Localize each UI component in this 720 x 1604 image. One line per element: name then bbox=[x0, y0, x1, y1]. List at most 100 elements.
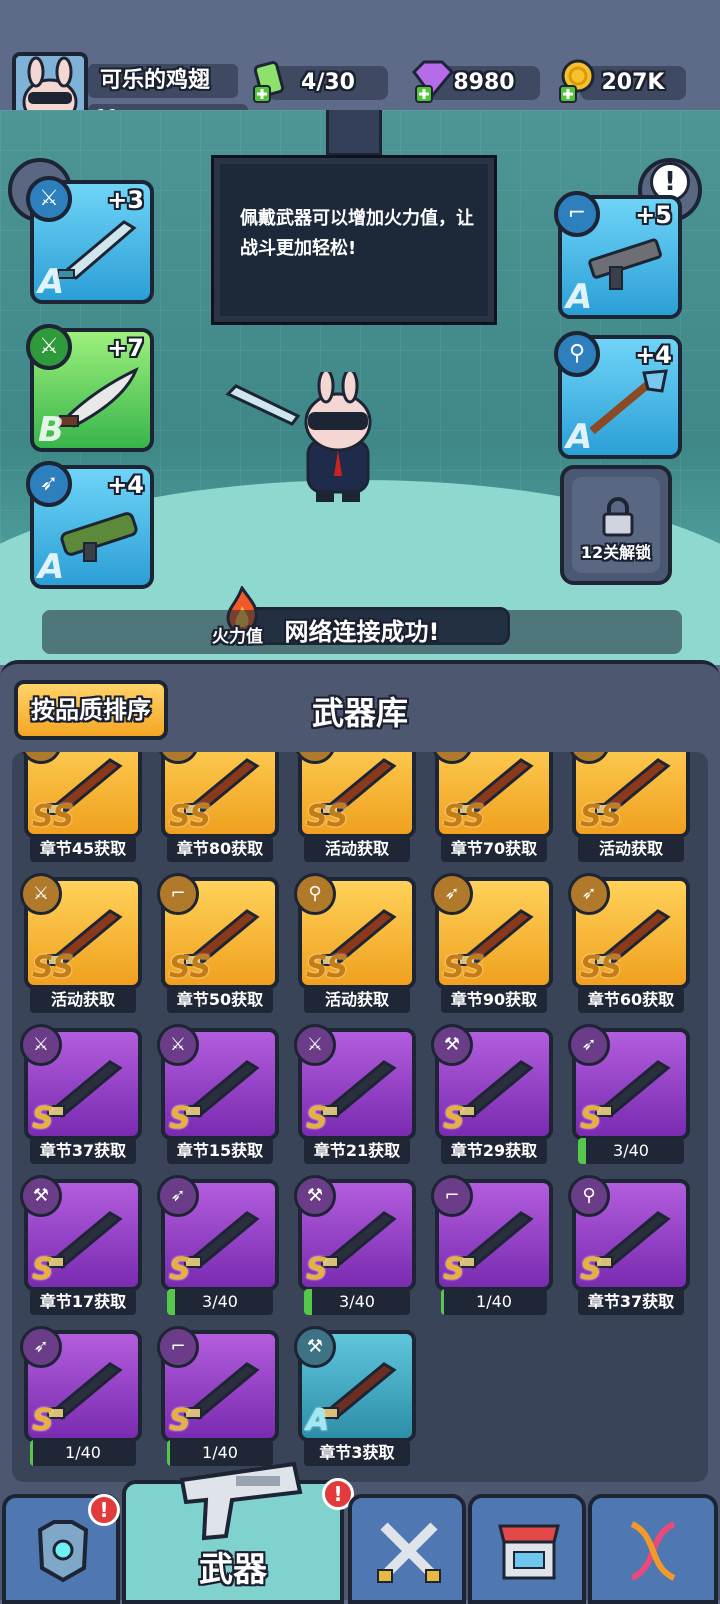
weapon-image-icon bbox=[321, 1211, 397, 1269]
weapon-grade: S bbox=[32, 1252, 54, 1287]
weapon-card[interactable]: ⚔ SS 活动获取 bbox=[20, 873, 142, 1013]
equipped-slot-left-2[interactable]: ⚔ +7 B bbox=[26, 324, 154, 452]
weapon-card[interactable]: ⚲ SS 活动获取 bbox=[294, 873, 416, 1013]
hammer-icon: ⚒ bbox=[431, 1024, 473, 1066]
weapon-card[interactable]: ⚔ S 章节21获取 bbox=[294, 1024, 416, 1164]
weapon-card-face: ➶ S bbox=[568, 1024, 690, 1140]
hammer-icon: ⚒ bbox=[20, 1175, 62, 1217]
weapon-source-label: 章节37获取 bbox=[30, 1138, 136, 1164]
equipped-slot-left-3[interactable]: ➶ +4 A bbox=[26, 461, 154, 589]
weapon-grade: SS bbox=[169, 950, 212, 985]
weapon-source-label: 章节37获取 bbox=[578, 1289, 684, 1315]
weapon-card-face: ⚔ SS bbox=[20, 873, 142, 989]
equipped-slot-right-2[interactable]: ⚲ +4 A bbox=[554, 331, 682, 459]
weapon-source-label: 活动获取 bbox=[304, 987, 410, 1013]
gun-icon: ⌐ bbox=[157, 1326, 199, 1368]
weapon-card[interactable]: ⚒ S 章节29获取 bbox=[431, 1024, 553, 1164]
weapon-fragment-progress: 1/40 bbox=[30, 1440, 136, 1466]
weapon-grade: SS bbox=[306, 950, 349, 985]
gem-value: 8980 bbox=[453, 70, 515, 95]
weapon-card[interactable]: ⌐ S 1/40 bbox=[157, 1326, 279, 1466]
dagger-icon bbox=[59, 366, 139, 428]
weapon-source-label: 章节80获取 bbox=[167, 836, 273, 862]
weapon-card[interactable]: ➶ SS 章节90获取 bbox=[431, 873, 553, 1013]
slot-plus: +3 bbox=[107, 186, 144, 214]
weapon-card[interactable]: ⚔ S 章节37获取 bbox=[20, 1024, 142, 1164]
weapon-card[interactable]: ⚒ S 章节17获取 bbox=[20, 1175, 142, 1315]
weapon-card[interactable]: ⚒ A 章节3获取 bbox=[294, 1326, 416, 1466]
weapon-card-face: ⚔ S bbox=[294, 1024, 416, 1140]
weapon-fragment-progress: 3/40 bbox=[304, 1289, 410, 1315]
weapon-card[interactable]: ⚔SS章节45获取 bbox=[20, 752, 142, 862]
progress-text: 3/40 bbox=[339, 1292, 375, 1311]
weapon-card[interactable]: ⌐ SS 章节50获取 bbox=[157, 873, 279, 1013]
weapon-card[interactable]: ⌐SS章节80获取 bbox=[157, 752, 279, 862]
weapon-card[interactable]: ➶ SS 章节60获取 bbox=[568, 873, 690, 1013]
tab-armor[interactable]: ! bbox=[2, 1494, 120, 1604]
slot-grade: B bbox=[38, 410, 64, 450]
weapon-card-face: ⚲ S bbox=[568, 1175, 690, 1291]
armor-alert-badge: ! bbox=[88, 1494, 120, 1526]
slot-plus: +7 bbox=[107, 334, 144, 362]
smg-icon bbox=[588, 238, 662, 290]
tab-shop[interactable] bbox=[468, 1494, 586, 1604]
weapon-grade: SS bbox=[306, 799, 349, 834]
weapon-card-face: ⚔ S bbox=[157, 1024, 279, 1140]
locked-slot-label: 12关解锁 bbox=[580, 543, 652, 562]
weapon-card-face: ⌐SS bbox=[157, 752, 279, 838]
weapon-source-label: 章节17获取 bbox=[30, 1289, 136, 1315]
sword-icon: ⚔ bbox=[157, 1024, 199, 1066]
weapon-card[interactable]: ⚒SS活动获取 bbox=[294, 752, 416, 862]
weapon-card[interactable]: ⌐SS章节70获取 bbox=[431, 752, 553, 862]
weapon-source-label: 章节90获取 bbox=[441, 987, 547, 1013]
rocket-icon: ➶ bbox=[20, 1326, 62, 1368]
weapon-card-face: ⌐ S bbox=[157, 1326, 279, 1442]
rocket-icon: ➶ bbox=[157, 1175, 199, 1217]
bazooka-icon bbox=[60, 512, 138, 562]
weapon-scene: 佩戴武器可以增加火力值，让战斗更加轻松! ! ⚔ +3 A ⚔ +7 B ➶ +… bbox=[0, 110, 720, 665]
weapon-card[interactable]: ⚲ S 章节37获取 bbox=[568, 1175, 690, 1315]
weapon-grade: SS bbox=[443, 799, 486, 834]
weapon-card-face: ⚔ S bbox=[20, 1024, 142, 1140]
weapon-card[interactable]: ➶ S 3/40 bbox=[568, 1024, 690, 1164]
weapon-card-face: ➶SS bbox=[568, 752, 690, 838]
battery-plus-icon[interactable] bbox=[250, 58, 294, 104]
diamond-plus-icon[interactable] bbox=[408, 58, 456, 104]
slot-plus: +4 bbox=[107, 471, 144, 499]
tab-weapons[interactable]: 武器 ! bbox=[122, 1461, 354, 1604]
progress-text: 1/40 bbox=[476, 1292, 512, 1311]
weapon-source-label: 章节60获取 bbox=[578, 987, 684, 1013]
weapon-source-label: 章节15获取 bbox=[167, 1138, 273, 1164]
equipped-slot-left-1[interactable]: ⚔ +3 A bbox=[26, 176, 154, 304]
weapon-card[interactable]: ⚒ S 3/40 bbox=[294, 1175, 416, 1315]
rocket-icon: ➶ bbox=[568, 1024, 610, 1066]
ice-sword-icon bbox=[57, 220, 137, 280]
weapon-grade: S bbox=[32, 1403, 54, 1438]
equipped-slot-right-1[interactable]: ⌐ +5 A bbox=[554, 191, 682, 319]
weapon-source-label: 章节70获取 bbox=[441, 836, 547, 862]
tab-battle[interactable] bbox=[348, 1494, 466, 1604]
weapon-card-face: ⚒ S bbox=[294, 1175, 416, 1291]
weapon-card[interactable]: ⚔ S 章节15获取 bbox=[157, 1024, 279, 1164]
weapon-card[interactable]: ⌐ S 1/40 bbox=[431, 1175, 553, 1315]
weapon-card-face: ⌐ S bbox=[431, 1175, 553, 1291]
monitor-mount bbox=[326, 110, 382, 156]
weapon-card[interactable]: ➶ S 1/40 bbox=[20, 1326, 142, 1466]
weapon-grade: SS bbox=[169, 799, 212, 834]
weapon-image-icon bbox=[184, 1362, 260, 1420]
tab-dna[interactable] bbox=[588, 1494, 718, 1604]
coin-plus-icon[interactable] bbox=[556, 58, 600, 104]
weapon-grade: S bbox=[443, 1101, 465, 1136]
weapon-card[interactable]: ➶SS活动获取 bbox=[568, 752, 690, 862]
lock-icon bbox=[602, 497, 634, 537]
weapon-card-face: ⚒ S bbox=[20, 1175, 142, 1291]
bunny-character bbox=[225, 372, 372, 502]
player-name: 可乐的鸡翅 bbox=[88, 64, 238, 98]
weapon-image-icon bbox=[184, 1060, 260, 1118]
weapon-grade: SS bbox=[443, 950, 486, 985]
weapon-image-icon bbox=[47, 1362, 123, 1420]
locked-slot[interactable]: 12关解锁 bbox=[560, 465, 672, 585]
weapon-card-face: ➶SS bbox=[568, 873, 690, 989]
weapon-card[interactable]: ➶ S 3/40 bbox=[157, 1175, 279, 1315]
energy-value: 4/30 bbox=[301, 70, 355, 95]
